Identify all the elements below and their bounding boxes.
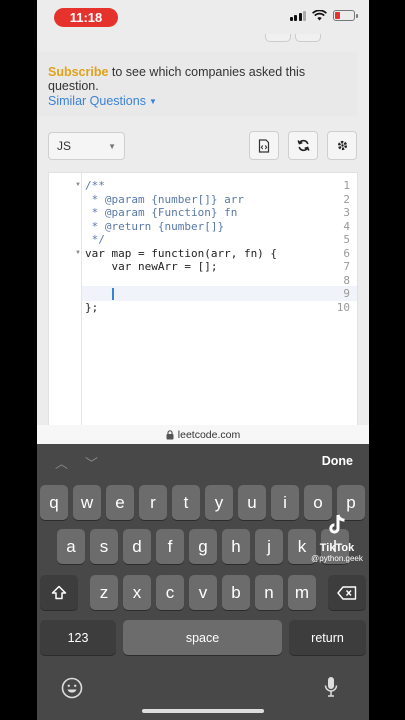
key-x[interactable]: x: [123, 575, 151, 610]
key-h[interactable]: h: [222, 529, 250, 564]
refresh-icon: [296, 139, 310, 152]
code-editor[interactable]: 1 2 3 4 5 6 7 8 9 10 ▼ ▼ /** * @param {n…: [48, 172, 358, 427]
key-a[interactable]: a: [57, 529, 85, 564]
reset-code-button[interactable]: [288, 131, 318, 160]
key-f[interactable]: f: [156, 529, 184, 564]
line-number-gutter: [49, 173, 82, 426]
status-bar: 11:18: [37, 0, 369, 36]
backspace-key[interactable]: [328, 575, 366, 610]
line-number: 10: [336, 300, 350, 314]
key-z[interactable]: z: [90, 575, 118, 610]
wifi-icon: [312, 10, 327, 21]
shift-arrow-icon: [51, 585, 67, 600]
keyboard-accessory-bar: ︿ ﹀ Done: [37, 444, 369, 480]
key-y[interactable]: y: [205, 485, 233, 520]
code-line: * @return {number[]}: [85, 219, 225, 233]
numbers-key[interactable]: 123: [40, 620, 116, 655]
key-d[interactable]: d: [123, 529, 151, 564]
top-tab-hints: [265, 34, 321, 42]
caret-down-icon: ▼: [148, 96, 157, 106]
question-info-panel: Subscribe to see which companies asked t…: [37, 52, 357, 116]
tiktok-name: TikTok: [319, 542, 355, 554]
language-select-value: JS: [57, 139, 72, 153]
key-r[interactable]: r: [139, 485, 167, 520]
chevron-up-icon[interactable]: ︿: [55, 453, 68, 472]
on-screen-keyboard: ︿ ﹀ Done q w e r t y u i o p a s d f g h…: [37, 444, 369, 720]
language-select[interactable]: JS ▼: [48, 132, 125, 160]
code-file-button[interactable]: [249, 131, 279, 160]
line-number: 1: [343, 179, 350, 192]
active-line-highlight: [82, 286, 357, 301]
key-n[interactable]: n: [255, 575, 283, 610]
tiktok-watermark: TikTok @python.geek: [307, 513, 367, 565]
done-button[interactable]: Done: [322, 454, 353, 468]
key-j[interactable]: j: [255, 529, 283, 564]
line-number: 7: [343, 260, 350, 273]
status-icons: [289, 10, 358, 21]
file-code-icon: [258, 138, 270, 153]
text-cursor: [112, 288, 114, 300]
fold-arrow-icon[interactable]: ▼: [75, 250, 81, 256]
battery-icon: [333, 10, 358, 21]
key-g[interactable]: g: [189, 529, 217, 564]
key-v[interactable]: v: [189, 575, 217, 610]
line-number: 6: [343, 246, 350, 260]
subscribe-link[interactable]: Subscribe: [48, 65, 108, 79]
lock-icon: [166, 429, 174, 439]
key-i[interactable]: i: [271, 485, 299, 520]
key-b[interactable]: b: [222, 575, 250, 610]
code-line: var map = function(arr, fn) {: [85, 246, 278, 260]
key-e[interactable]: e: [106, 485, 134, 520]
key-c[interactable]: c: [156, 575, 184, 610]
line-number: 8: [343, 273, 350, 287]
home-indicator[interactable]: [142, 709, 264, 713]
phone-screen: 11:18 Subscribe to see which companies a…: [37, 0, 369, 720]
line-number: 9: [343, 287, 350, 300]
tiktok-logo-icon: [329, 514, 345, 534]
address-domain: leetcode.com: [177, 428, 241, 441]
space-key[interactable]: space: [123, 620, 282, 655]
tiktok-username: @python.geek: [311, 554, 363, 563]
settings-button[interactable]: [327, 131, 357, 160]
subscribe-message: Subscribe to see which companies asked t…: [48, 65, 357, 93]
emoji-icon[interactable]: [61, 677, 83, 699]
line-number: 4: [343, 219, 350, 233]
fold-arrow-icon[interactable]: ▼: [75, 182, 81, 188]
code-line: /**: [85, 179, 105, 192]
gear-icon: [337, 140, 347, 151]
similar-questions-label: Similar Questions: [48, 94, 146, 108]
status-time: 11:18: [54, 8, 118, 27]
signal-icon: [289, 10, 306, 21]
chevron-down-icon[interactable]: ﹀: [85, 453, 98, 472]
code-line: */: [85, 233, 105, 246]
similar-questions-toggle[interactable]: Similar Questions ▼: [48, 94, 157, 108]
key-q[interactable]: q: [40, 485, 68, 520]
microphone-icon[interactable]: [324, 676, 338, 698]
line-number: 5: [343, 233, 350, 246]
line-number: 3: [343, 206, 350, 219]
key-w[interactable]: w: [73, 485, 101, 520]
key-u[interactable]: u: [238, 485, 266, 520]
key-m[interactable]: m: [288, 575, 316, 610]
key-s[interactable]: s: [90, 529, 118, 564]
key-t[interactable]: t: [172, 485, 200, 520]
caret-down-icon: ▼: [108, 141, 116, 151]
code-line: var newArr = [];: [85, 260, 218, 273]
backspace-icon: [337, 585, 357, 600]
code-line: };: [85, 300, 99, 314]
line-number: 2: [343, 192, 350, 206]
code-line: * @param {number[]} arr: [85, 192, 244, 206]
return-key[interactable]: return: [289, 620, 366, 655]
address-bar[interactable]: leetcode.com: [37, 425, 369, 444]
shift-key[interactable]: [40, 575, 78, 610]
code-line: * @param {Function} fn: [85, 206, 238, 219]
